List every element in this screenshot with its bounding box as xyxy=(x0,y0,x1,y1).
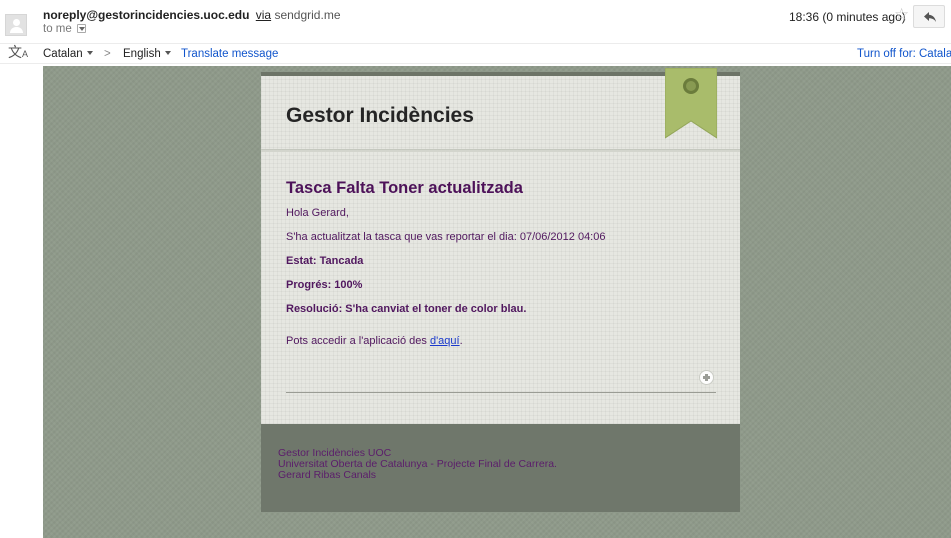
language-arrow: > xyxy=(104,48,111,60)
translate-message-link[interactable]: Translate message xyxy=(181,48,278,60)
header-separator xyxy=(261,149,740,152)
turn-off-translation-link[interactable]: Turn off for: Catalan xyxy=(857,48,951,60)
access-link[interactable]: d'aquí xyxy=(430,335,460,347)
plus-circle-icon xyxy=(699,370,714,385)
source-language-label: Catalan xyxy=(43,48,83,60)
greeting-text: Hola Gerard, xyxy=(286,207,349,219)
sender-email[interactable]: noreply@gestorincidencies.uoc.edu xyxy=(43,8,249,22)
brand-title: Gestor Incidències xyxy=(286,104,474,127)
recipient-line: to me xyxy=(43,23,86,35)
progress-text: Progrés: 100% xyxy=(286,279,363,291)
access-suffix: . xyxy=(459,335,463,347)
email-body-background: Gestor Incidències Tasca Falta Toner act… xyxy=(43,66,951,538)
email-footer: Gestor Incidències UOC Universitat Obert… xyxy=(261,424,740,512)
to-me-label: to me xyxy=(43,23,72,35)
translate-bar: 文A Catalan > English Translate message T… xyxy=(0,43,951,64)
intro-text: S'ha actualitzat la tasca que vas report… xyxy=(286,231,606,243)
star-icon[interactable]: ☆ xyxy=(894,6,909,23)
email-content: Tasca Falta Toner actualitzada Hola Gera… xyxy=(286,179,726,359)
source-language-dropdown[interactable]: Catalan xyxy=(43,48,93,60)
email-card: Gestor Incidències Tasca Falta Toner act… xyxy=(261,68,740,424)
via-host: sendgrid.me xyxy=(274,8,341,22)
target-language-dropdown[interactable]: English xyxy=(123,48,171,60)
avatar-head xyxy=(13,19,20,26)
avatar-body xyxy=(10,27,23,33)
access-prefix: Pots accedir a l'aplicació des xyxy=(286,335,430,347)
content-divider xyxy=(286,392,716,393)
ribbon-bookmark-icon xyxy=(665,68,717,139)
resolution-text: Resolució: S'ha canviat el toner de colo… xyxy=(286,303,527,315)
recipient-details-dropdown-icon[interactable] xyxy=(76,24,86,33)
reply-icon xyxy=(924,12,936,22)
target-language-label: English xyxy=(123,48,161,60)
message-header: noreply@gestorincidencies.uoc.edu via se… xyxy=(0,0,951,42)
sender-avatar-icon[interactable] xyxy=(5,14,27,36)
status-text: Estat: Tancada xyxy=(286,255,364,267)
message-timestamp: 18:36 (0 minutes ago) xyxy=(789,10,906,24)
email-subject: Tasca Falta Toner actualitzada xyxy=(286,179,523,197)
via-link[interactable]: via xyxy=(256,8,271,22)
access-text: Pots accedir a l'aplicació des d'aquí. xyxy=(286,335,726,347)
reply-button[interactable] xyxy=(913,5,945,28)
translate-icon: 文A xyxy=(8,44,29,60)
chevron-down-icon xyxy=(86,51,93,55)
chevron-down-icon xyxy=(164,51,171,55)
footer-line-author: Gerard Ribas Canals xyxy=(278,469,377,481)
sender-line: noreply@gestorincidencies.uoc.edu via se… xyxy=(43,8,341,22)
